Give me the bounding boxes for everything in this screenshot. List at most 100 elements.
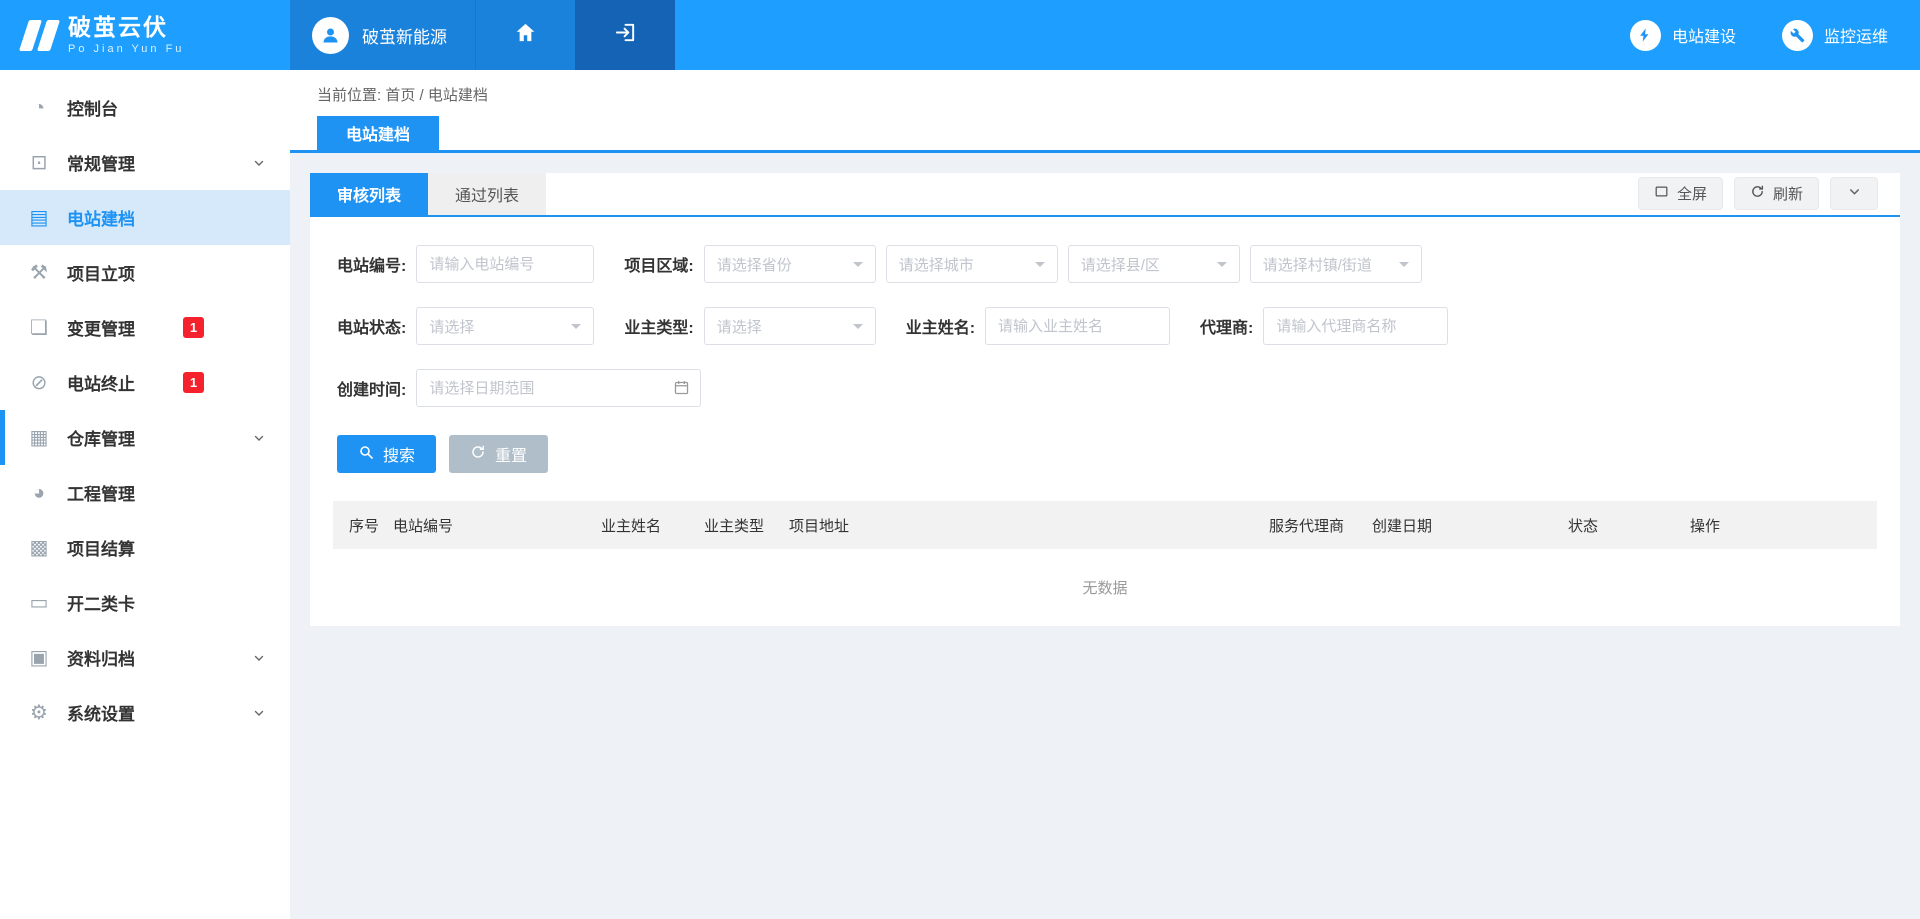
filter-row: 创建时间: (337, 369, 1873, 407)
station-no-input[interactable] (416, 245, 594, 283)
search-icon (358, 444, 374, 465)
page-tab-strip: 电站建档 (290, 116, 1920, 153)
column-header: 项目地址 (789, 515, 1269, 536)
town-select[interactable]: 请选择村镇/街道 (1250, 245, 1422, 283)
column-header: 电站编号 (393, 515, 601, 536)
breadcrumb-current: 电站建档 (428, 87, 488, 104)
tab-review-list[interactable]: 审核列表 (310, 173, 428, 215)
filter-form: 电站编号: 项目区域: 请选择省份 请选择城市 请选择县/区 请选择村镇/街道 (310, 217, 1900, 407)
project-icon: ⚒ (27, 263, 51, 283)
document-icon: ▤ (27, 208, 51, 228)
column-header: 序号 (333, 515, 393, 536)
breadcrumb-home[interactable]: 首页 (385, 87, 415, 104)
reset-button[interactable]: 重置 (449, 435, 548, 473)
region-label: 项目区域: (624, 252, 693, 276)
owner-type-select[interactable]: 请选择 (704, 307, 876, 345)
date-range-input[interactable] (416, 369, 701, 407)
header-right-nav: 电站建设 监控运维 (1630, 0, 1920, 70)
station-status-placeholder: 请选择 (429, 316, 474, 337)
sidebar-item-station-termination[interactable]: ⊘ 电站终止 1 (0, 355, 290, 410)
change-icon: ❏ (27, 318, 51, 338)
agent-input[interactable] (1263, 307, 1448, 345)
sidebar-item-data-archive[interactable]: ▣ 资料归档 (0, 630, 290, 685)
sidebar-item-label: 电站终止 (67, 370, 135, 395)
home-button[interactable] (475, 0, 575, 70)
sidebar-item-project-settlement[interactable]: ▩ 项目结算 (0, 520, 290, 575)
sidebar-item-open-card[interactable]: ▭ 开二类卡 (0, 575, 290, 630)
sidebar-item-console[interactable]: ◔ 控制台 (0, 80, 290, 135)
filter-actions: 搜索 重置 (310, 431, 1900, 501)
login-arrow-icon (614, 21, 637, 49)
main-content: 当前位置: 首页 / 电站建档 电站建档 审核列表 通过列表 全屏 (290, 0, 1920, 919)
sidebar-item-label: 工程管理 (67, 480, 135, 505)
county-select[interactable]: 请选择县/区 (1068, 245, 1240, 283)
chevron-down-icon (1847, 184, 1862, 203)
sidebar-item-engineering-mgmt[interactable]: ◕ 工程管理 (0, 465, 290, 520)
sidebar-item-label: 资料归档 (67, 645, 135, 670)
search-label: 搜索 (383, 442, 415, 466)
chevron-down-icon (252, 431, 266, 445)
sidebar-item-label: 控制台 (67, 95, 118, 120)
header-spacer (675, 0, 1630, 70)
engineering-icon: ◕ (27, 483, 51, 503)
sidebar-item-label: 开二类卡 (67, 590, 135, 615)
city-select[interactable]: 请选择城市 (886, 245, 1058, 283)
panel-tabs: 审核列表 通过列表 (310, 173, 546, 215)
gear-icon: ⚙ (27, 703, 51, 723)
owner-name-input[interactable] (985, 307, 1170, 345)
column-header: 操作 (1690, 515, 1877, 536)
fullscreen-icon (1654, 184, 1669, 203)
refresh-icon (1750, 184, 1765, 203)
county-placeholder: 请选择县/区 (1081, 254, 1160, 275)
monitor-icon: ⊡ (27, 153, 51, 173)
station-status-label: 电站状态: (337, 314, 406, 338)
sidebar-item-warehouse-mgmt[interactable]: ▦ 仓库管理 (0, 410, 290, 465)
settlement-icon: ▩ (27, 538, 51, 558)
station-no-label: 电站编号: (337, 252, 406, 276)
sidebar-item-project-initiation[interactable]: ⚒ 项目立项 (0, 245, 290, 300)
province-placeholder: 请选择省份 (717, 254, 792, 275)
page-tab-station-archive[interactable]: 电站建档 (317, 116, 439, 150)
column-header: 服务代理商 (1269, 515, 1372, 536)
filter-row: 电站编号: 项目区域: 请选择省份 请选择城市 请选择县/区 请选择村镇/街道 (337, 245, 1873, 283)
user-name: 破茧新能源 (362, 23, 447, 48)
sidebar-item-label: 项目立项 (67, 260, 135, 285)
wrench-icon (1782, 20, 1813, 51)
user-menu[interactable]: 破茧新能源 (290, 0, 475, 70)
breadcrumb-prefix: 当前位置: (317, 87, 381, 104)
nav-monitor-ops[interactable]: 监控运维 (1782, 20, 1888, 51)
empty-state-text: 无数据 (333, 549, 1877, 618)
chevron-down-icon (252, 706, 266, 720)
chevron-down-icon (252, 651, 266, 665)
collapse-button[interactable] (1830, 177, 1878, 210)
table-header-row: 序号 电站编号 业主姓名 业主类型 项目地址 服务代理商 创建日期 状态 操作 (333, 501, 1877, 549)
date-range-field (416, 369, 701, 407)
province-select[interactable]: 请选择省份 (704, 245, 876, 283)
app-title: 破茧云伏 (68, 15, 184, 40)
login-button[interactable] (575, 0, 675, 70)
sidebar-item-label: 项目结算 (67, 535, 135, 560)
refresh-button[interactable]: 刷新 (1734, 177, 1819, 210)
sidebar-item-change-mgmt[interactable]: ❏ 变更管理 1 (0, 300, 290, 355)
card-icon: ▭ (27, 593, 51, 613)
lightning-icon (1630, 20, 1661, 51)
sidebar-item-label: 常规管理 (67, 150, 135, 175)
station-status-select[interactable]: 请选择 (416, 307, 594, 345)
nav-label: 电站建设 (1672, 23, 1736, 47)
owner-type-label: 业主类型: (624, 314, 693, 338)
notification-badge: 1 (183, 317, 204, 338)
column-header: 状态 (1568, 515, 1690, 536)
sidebar-item-system-settings[interactable]: ⚙ 系统设置 (0, 685, 290, 740)
archive-icon: ▣ (27, 648, 51, 668)
sidebar-item-station-archive[interactable]: ▤ 电站建档 (0, 190, 290, 245)
sidebar-item-general-mgmt[interactable]: ⊡ 常规管理 (0, 135, 290, 190)
warehouse-icon: ▦ (27, 428, 51, 448)
fullscreen-button[interactable]: 全屏 (1638, 177, 1723, 210)
panel-toolbar: 全屏 刷新 (1638, 177, 1878, 215)
breadcrumb-separator: / (420, 87, 424, 104)
search-button[interactable]: 搜索 (337, 435, 436, 473)
tab-passed-list[interactable]: 通过列表 (428, 173, 546, 215)
sidebar: ◔ 控制台 ⊡ 常规管理 ▤ 电站建档 ⚒ 项目立项 ❏ 变更管理 1 ⊘ 电站… (0, 70, 290, 919)
nav-station-build[interactable]: 电站建设 (1630, 20, 1736, 51)
fullscreen-label: 全屏 (1677, 183, 1707, 204)
